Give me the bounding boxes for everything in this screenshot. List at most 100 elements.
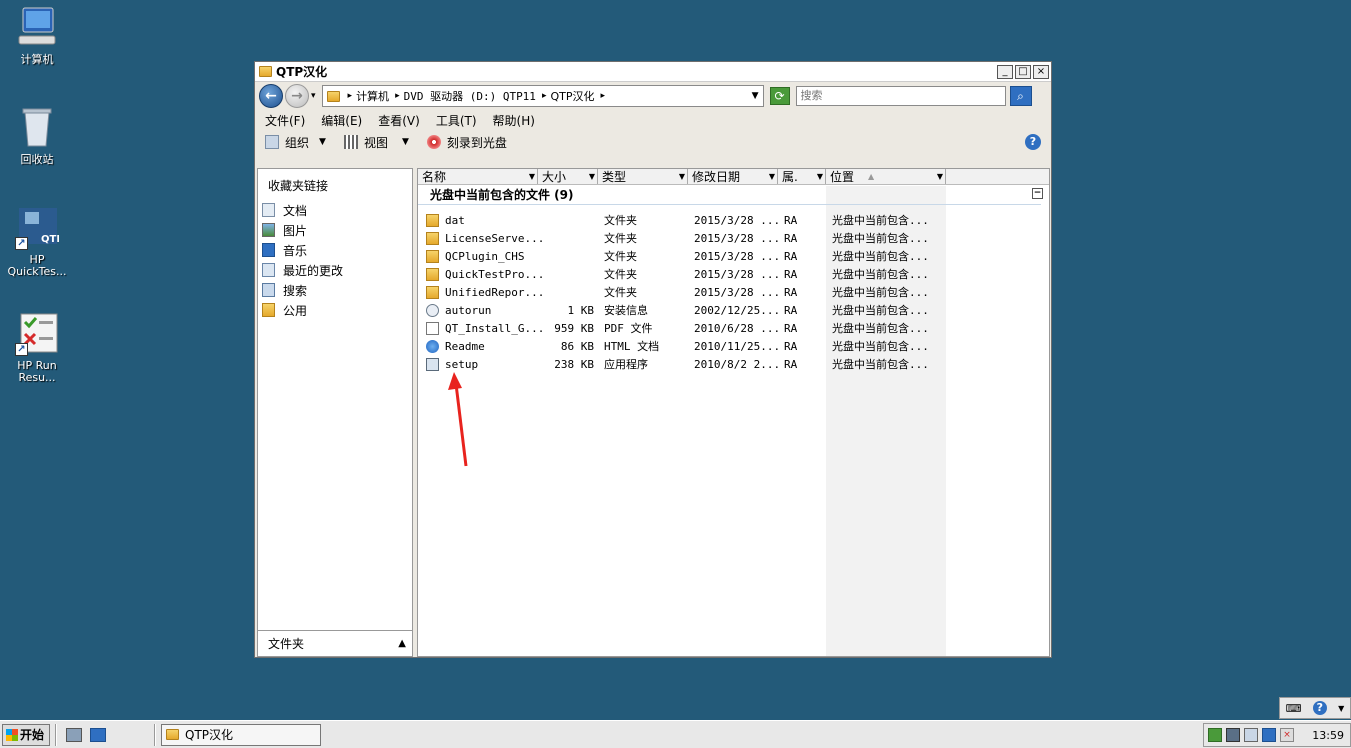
file-row[interactable]: Readme 86 KB HTML 文档 2010/11/25... RA 光盘中当前包含… — [418, 337, 1049, 355]
burn-disc-icon — [426, 135, 441, 149]
address-bar[interactable]: ▸ 计算机 ▸ DVD 驱动器 (D:) QTP11 ▸ QTP汉化 ▸ ▼ — [321, 85, 764, 107]
folder-icon — [426, 213, 439, 227]
file-row[interactable]: autorun 1 KB 安装信息 2002/12/25... RA 光盘中当前包含... — [418, 301, 1049, 319]
address-dropdown-icon[interactable]: ▼ — [752, 91, 759, 101]
desktop-icon-label: HP QuickTes... — [7, 253, 67, 278]
desktop-icon-recycle-bin[interactable]: 回收站 — [0, 106, 74, 166]
recent-changes-icon — [262, 263, 275, 277]
column-label: 大小 — [542, 170, 567, 184]
file-location: 光盘中当前包含... — [832, 250, 929, 263]
chevron-down-icon[interactable]: ▼ — [937, 172, 943, 181]
file-attributes: RA — [784, 357, 798, 371]
column-size[interactable]: 大小 ▼ — [538, 169, 598, 184]
column-name[interactable]: 名称 ▼ — [418, 169, 538, 184]
file-row[interactable]: QuickTestPro... 文件夹 2015/3/28 ... RA 光盘中当前包含… — [418, 265, 1049, 283]
search-input[interactable] — [795, 86, 1006, 106]
file-row[interactable]: LicenseServe... 文件夹 2015/3/28 ... RA 光盘中当前包含… — [418, 229, 1049, 247]
desktop-icon-computer[interactable]: 计算机 — [0, 6, 74, 66]
maximize-button[interactable]: □ — [1015, 64, 1031, 79]
file-size: 1 KB — [567, 303, 595, 317]
organize-icon — [265, 135, 279, 149]
volume-muted-icon[interactable]: × — [1280, 728, 1294, 742]
file-name: LicenseServe... — [445, 231, 545, 245]
title-bar[interactable]: QTP汉化 _ □ × — [255, 62, 1051, 82]
breadcrumb-computer[interactable]: 计算机 — [356, 88, 389, 104]
nav-item-recent-changes[interactable]: 最近的更改 — [258, 260, 412, 280]
taskbar-separator — [154, 723, 156, 746]
column-type[interactable]: 类型 ▼ — [598, 169, 688, 184]
file-type: 文件夹 — [604, 286, 637, 299]
menu-edit[interactable]: 编辑(E) — [321, 112, 362, 129]
nav-item-search[interactable]: 搜索 — [258, 280, 412, 300]
start-button[interactable]: 开始 — [2, 723, 50, 746]
chevron-down-icon: ▼ — [319, 137, 326, 147]
collapse-group-icon[interactable]: − — [1032, 188, 1043, 199]
keyboard-icon[interactable]: ⌨ — [1286, 702, 1302, 715]
file-row[interactable]: setup 238 KB 应用程序 2010/8/2 2... RA 光盘中当前包含... — [418, 355, 1049, 373]
group-header[interactable]: 光盘中当前包含的文件 (9) − — [418, 185, 1043, 205]
taskbar-item-qtp-folder[interactable]: QTP汉化 — [161, 723, 321, 746]
menu-help[interactable]: 帮助(H) — [493, 112, 535, 129]
breadcrumb-separator-icon: ▸ — [541, 91, 547, 101]
clock[interactable]: 13:59 — [1312, 729, 1344, 742]
quicktest-icon: QTP ↗ — [15, 206, 64, 250]
file-row[interactable]: QT_Install_G... 959 KB PDF 文件 2010/6/28 ...… — [418, 319, 1049, 337]
file-location: 光盘中当前包含... — [832, 340, 929, 353]
burn-button[interactable]: 刻录到光盘 — [426, 134, 507, 151]
desktop-icon-hp-quicktest[interactable]: QTP ↗ HP QuickTes... — [0, 206, 74, 278]
server-manager-icon[interactable] — [66, 727, 82, 742]
tray-tools-icon[interactable] — [1244, 728, 1258, 742]
music-icon — [262, 243, 275, 257]
column-attributes[interactable]: 属. ▼ — [778, 169, 826, 184]
file-size: 86 KB — [560, 339, 594, 353]
file-row[interactable]: QCPlugin_CHS 文件夹 2015/3/28 ... RA 光盘中当前包含... — [418, 247, 1049, 265]
organize-button[interactable]: 组织 ▼ — [265, 134, 326, 151]
file-row[interactable]: dat 文件夹 2015/3/28 ... RA 光盘中当前包含... — [418, 211, 1049, 229]
search-button[interactable]: ⌕ — [1009, 86, 1032, 106]
nav-item-music[interactable]: 音乐 — [258, 240, 412, 260]
chevron-down-icon[interactable]: ▼ — [529, 172, 535, 181]
chevron-down-icon[interactable]: ▼ — [589, 172, 595, 181]
column-date[interactable]: 修改日期 ▼ — [688, 169, 778, 184]
breadcrumb-qtp-folder[interactable]: QTP汉化 — [550, 88, 594, 104]
network-icon[interactable] — [1262, 728, 1276, 742]
back-button[interactable]: ← — [259, 84, 283, 108]
search-icon — [262, 283, 275, 297]
chevron-down-icon[interactable]: ▼ — [769, 172, 775, 181]
views-button[interactable]: 视图 ▼ — [343, 134, 409, 151]
help-icon[interactable]: ? — [1312, 701, 1327, 715]
close-button[interactable]: × — [1033, 64, 1049, 79]
menu-view[interactable]: 查看(V) — [378, 112, 420, 129]
nav-item-public[interactable]: 公用 — [258, 300, 412, 320]
file-date: 2010/8/2 2... — [694, 357, 781, 371]
help-icon[interactable]: ? — [1025, 134, 1041, 150]
chevron-down-icon[interactable]: ▼ — [817, 172, 823, 181]
desktop-icon-hp-run-results[interactable]: ↗ HP Run Resu... — [0, 312, 74, 384]
file-location: 光盘中当前包含... — [832, 358, 929, 371]
folder-icon — [426, 249, 439, 263]
chevron-down-icon[interactable]: ▼ — [1338, 704, 1344, 713]
history-dropdown-icon[interactable]: ▾ — [311, 91, 316, 101]
tray-monitor-icon[interactable] — [1226, 728, 1240, 742]
tray-app-icon[interactable] — [1208, 728, 1222, 742]
file-row[interactable]: UnifiedRepor... 文件夹 2015/3/28 ... RA 光盘中当前包含… — [418, 283, 1049, 301]
menu-file[interactable]: 文件(F) — [265, 112, 305, 129]
show-desktop-icon[interactable] — [90, 727, 106, 742]
nav-item-label: 搜索 — [283, 283, 308, 298]
minimize-button[interactable]: _ — [997, 64, 1013, 79]
column-label: 修改日期 — [692, 170, 741, 184]
menu-tools[interactable]: 工具(T) — [436, 112, 477, 129]
file-date: 2015/3/28 ... — [694, 231, 781, 245]
recycle-bin-icon — [15, 106, 59, 150]
start-label: 开始 — [20, 728, 45, 742]
chevron-down-icon[interactable]: ▼ — [679, 172, 685, 181]
file-type: PDF 文件 — [604, 322, 653, 335]
folders-label: 文件夹 — [268, 637, 305, 651]
refresh-button[interactable]: ⟳ — [769, 87, 790, 105]
column-location[interactable]: 位置 ▲ ▼ — [826, 169, 946, 184]
forward-button[interactable]: → — [285, 84, 309, 108]
breadcrumb-dvd-drive[interactable]: DVD 驱动器 (D:) QTP11 — [404, 88, 536, 104]
folders-toggle[interactable]: 文件夹 ▲ — [258, 630, 412, 656]
nav-item-documents[interactable]: 文档 — [258, 200, 412, 220]
nav-item-pictures[interactable]: 图片 — [258, 220, 412, 240]
